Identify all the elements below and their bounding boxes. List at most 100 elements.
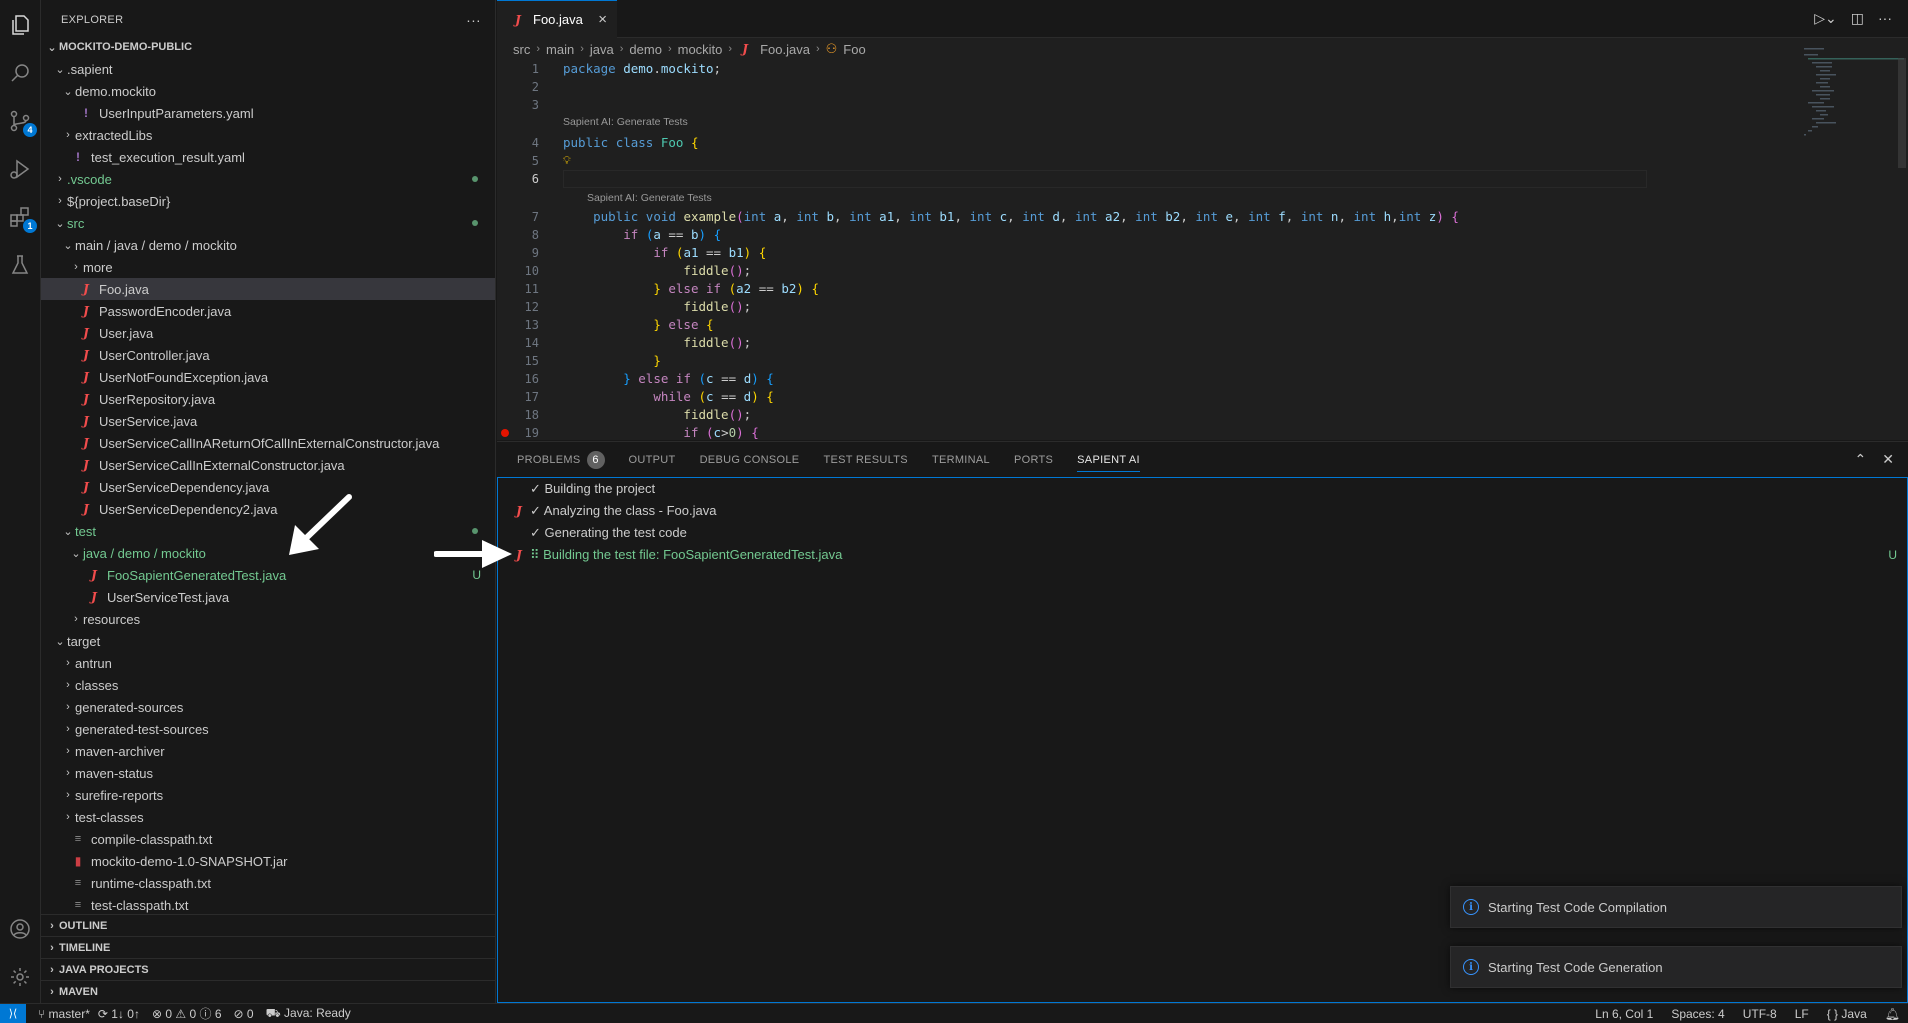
generate-tests-codelens[interactable]: Sapient AI: Generate Tests <box>587 190 712 206</box>
tree-folder[interactable]: › test-classes <box>41 806 495 828</box>
split-editor-icon[interactable]: ◫ <box>1851 10 1864 27</box>
code-editor[interactable]: 1 package demo.mockito; 2 3 4 public class Fo… <box>497 60 1777 440</box>
tab-sapient-ai[interactable]: SAPIENT AI <box>1077 442 1140 477</box>
remote-indicator-icon[interactable]: ⟩⟨ <box>0 1003 26 1023</box>
indentation[interactable]: Spaces: 4 <box>1671 1007 1724 1021</box>
workspace-root[interactable]: ⌄ MOCKITO-DEMO-PUBLIC <box>41 36 495 58</box>
settings-gear-icon[interactable] <box>7 964 33 990</box>
search-icon[interactable] <box>7 60 33 86</box>
breadcrumb-item[interactable]: src <box>513 42 530 57</box>
tree-folder[interactable]: ⌄ main / java / demo / mockito <box>41 234 495 256</box>
current-line-highlight <box>563 170 1647 188</box>
tree-file[interactable]: J UserServiceCallInAReturnOfCallInExterna… <box>41 432 495 454</box>
breadcrumb-item[interactable]: demo <box>629 42 662 57</box>
tree-file[interactable]: ≡ test-classpath.txt <box>41 894 495 916</box>
tree-file[interactable]: J UserServiceCallInExternalConstructor.ja… <box>41 454 495 476</box>
tree-folder[interactable]: › extractedLibs <box>41 124 495 146</box>
notifications-bell-icon[interactable]: 🔔︎ <box>1885 1007 1900 1021</box>
explorer-more-actions-icon[interactable]: ··· <box>466 12 481 28</box>
tree-folder[interactable]: › resources <box>41 608 495 630</box>
section-java-projects[interactable]: › JAVA PROJECTS <box>41 958 495 980</box>
tree-folder[interactable]: ⌄ java / demo / mockito <box>41 542 495 564</box>
notification-toast[interactable]: i Starting Test Code Compilation <box>1450 886 1902 928</box>
chevron-right-icon: › <box>66 679 70 691</box>
tree-folder[interactable]: › generated-test-sources <box>41 718 495 740</box>
tree-file[interactable]: J UserController.java <box>41 344 495 366</box>
yaml-file-icon: ! <box>76 150 80 164</box>
editor-scrollbar[interactable] <box>1898 58 1906 168</box>
close-panel-icon[interactable]: ✕ <box>1882 451 1894 468</box>
breadcrumb-item[interactable]: mockito <box>678 42 723 57</box>
accounts-icon[interactable] <box>7 916 33 942</box>
tree-file[interactable]: J UserServiceDependency2.java <box>41 498 495 520</box>
tree-folder[interactable]: › maven-archiver <box>41 740 495 762</box>
tab-test-results[interactable]: TEST RESULTS <box>823 442 908 477</box>
cursor-position[interactable]: Ln 6, Col 1 <box>1595 1007 1653 1021</box>
tab-terminal[interactable]: TERMINAL <box>932 442 990 477</box>
tree-file[interactable]: J UserRepository.java <box>41 388 495 410</box>
tree-file[interactable]: J UserServiceDependency.java <box>41 476 495 498</box>
more-actions-icon[interactable]: ··· <box>1878 10 1892 27</box>
run-debug-icon[interactable] <box>7 156 33 182</box>
branch-indicator[interactable]: ⑂ master* <box>38 1007 90 1021</box>
language-mode[interactable]: { } Java <box>1827 1007 1867 1021</box>
tree-file[interactable]: J Foo.java <box>41 278 495 300</box>
java-status[interactable]: ⛟ Java: Ready <box>266 1006 351 1022</box>
tree-folder[interactable]: ⌄ .sapient <box>41 58 495 80</box>
tab-ports[interactable]: PORTS <box>1014 442 1053 477</box>
tree-folder[interactable]: › more <box>41 256 495 278</box>
tab-output[interactable]: OUTPUT <box>629 442 676 477</box>
end-of-line[interactable]: LF <box>1795 1007 1809 1021</box>
tree-file[interactable]: ≡ runtime-classpath.txt <box>41 872 495 894</box>
breadcrumb-item[interactable]: main <box>546 42 574 57</box>
explorer-icon[interactable] <box>7 12 33 38</box>
testing-icon[interactable] <box>7 252 33 278</box>
sync-indicator[interactable]: ⟳ 1↓ 0↑ <box>98 1007 140 1021</box>
tree-file[interactable]: ▮ mockito-demo-1.0-SNAPSHOT.jar <box>41 850 495 872</box>
tree-item-label: target <box>67 633 101 649</box>
tree-file[interactable]: J PasswordEncoder.java <box>41 300 495 322</box>
tree-folder[interactable]: › ${project.baseDir} <box>41 190 495 212</box>
section-maven[interactable]: › MAVEN <box>41 980 495 1002</box>
minimap[interactable] <box>1798 38 1908 440</box>
tree-file[interactable]: J UserNotFoundException.java <box>41 366 495 388</box>
close-tab-icon[interactable]: × <box>598 11 607 28</box>
generate-tests-codelens[interactable]: Sapient AI: Generate Tests <box>563 114 688 130</box>
tab-problems[interactable]: PROBLEMS 6 <box>517 442 605 477</box>
extensions-icon[interactable]: 1 <box>7 204 37 233</box>
source-control-icon[interactable]: 4 <box>7 108 37 137</box>
tree-file[interactable]: ≡ compile-classpath.txt <box>41 828 495 850</box>
maximize-panel-icon[interactable]: ⌃ <box>1855 451 1867 468</box>
tree-folder[interactable]: › .vscode <box>41 168 495 190</box>
breakpoint-icon[interactable] <box>501 429 509 437</box>
ports-indicator[interactable]: ⊘ 0 <box>234 1007 254 1021</box>
tree-file[interactable]: J UserService.java <box>41 410 495 432</box>
tab-debug-console[interactable]: DEBUG CONSOLE <box>700 442 800 477</box>
section-timeline[interactable]: › TIMELINE <box>41 936 495 958</box>
section-outline[interactable]: › OUTLINE <box>41 914 495 936</box>
run-icon[interactable]: ▷⌄ <box>1814 10 1837 27</box>
problems-count-badge: 6 <box>586 450 605 469</box>
lightbulb-icon[interactable]: 💡︎ <box>563 152 571 170</box>
tree-file[interactable]: J UserServiceTest.java <box>41 586 495 608</box>
notification-toast[interactable]: i Starting Test Code Generation <box>1450 946 1902 988</box>
tree-file[interactable]: ! UserInputParameters.yaml <box>41 102 495 124</box>
tree-file[interactable]: J FooSapientGeneratedTest.java U <box>41 564 495 586</box>
breadcrumb-item[interactable]: Foo.java <box>760 42 810 57</box>
encoding[interactable]: UTF-8 <box>1743 1007 1777 1021</box>
tree-folder[interactable]: › surefire-reports <box>41 784 495 806</box>
tree-file[interactable]: ! test_execution_result.yaml <box>41 146 495 168</box>
tree-folder[interactable]: › generated-sources <box>41 696 495 718</box>
tab-foo-java[interactable]: J Foo.java × <box>497 0 617 38</box>
tree-folder[interactable]: › antrun <box>41 652 495 674</box>
tree-folder[interactable]: ⌄ target <box>41 630 495 652</box>
tree-folder[interactable]: ⌄ demo.mockito <box>41 80 495 102</box>
tree-folder[interactable]: ⌄ src <box>41 212 495 234</box>
tree-folder[interactable]: › classes <box>41 674 495 696</box>
problems-indicator[interactable]: ⊗ 0 ⚠ 0 ⓘ 6 <box>152 1005 222 1022</box>
breadcrumb-item[interactable]: Foo <box>843 42 865 57</box>
tree-folder[interactable]: ⌄ test <box>41 520 495 542</box>
tree-file[interactable]: J User.java <box>41 322 495 344</box>
breadcrumb-item[interactable]: java <box>590 42 614 57</box>
tree-folder[interactable]: › maven-status <box>41 762 495 784</box>
